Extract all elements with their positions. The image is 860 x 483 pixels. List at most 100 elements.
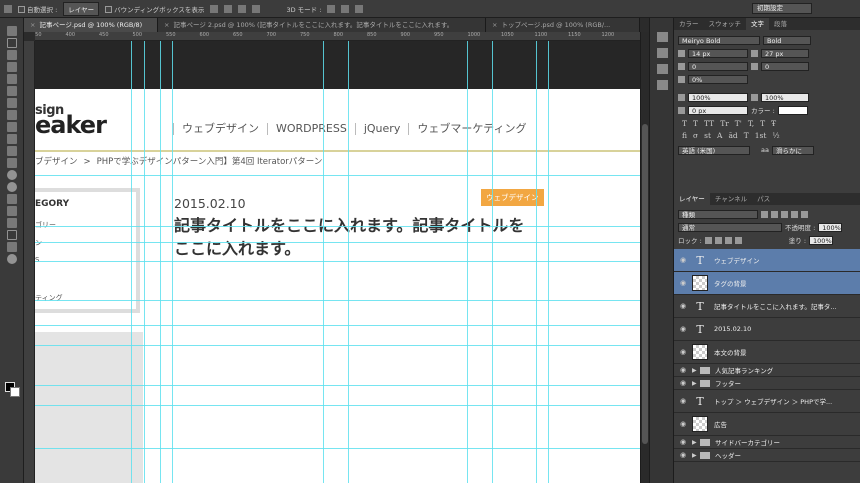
orbit-3d-icon[interactable] xyxy=(327,4,336,13)
lasso-icon[interactable] xyxy=(7,50,17,60)
titling-alt-button[interactable]: T xyxy=(744,131,749,140)
brush-icon[interactable] xyxy=(7,110,17,120)
layer-row[interactable]: ◉ T 記事タイトルをここに入れます。記事タ... xyxy=(674,295,860,318)
visibility-eye-icon[interactable]: ◉ xyxy=(674,256,692,264)
tab-channels[interactable]: チャンネル xyxy=(710,193,752,205)
horizontal-guide[interactable] xyxy=(35,261,640,262)
vertical-guide[interactable] xyxy=(144,41,145,483)
type-icon[interactable] xyxy=(7,206,17,216)
blend-mode-select[interactable]: 通常 xyxy=(678,222,782,232)
vertical-guide[interactable] xyxy=(467,41,468,483)
visibility-eye-icon[interactable]: ◉ xyxy=(674,325,692,333)
vertical-guide[interactable] xyxy=(492,41,493,483)
horizontal-guide[interactable] xyxy=(35,448,640,449)
strikethrough-button[interactable]: Ŧ xyxy=(771,119,776,128)
layer-row[interactable]: ◉ T トップ ＞ ウェブデザイン ＞ PHPで学... xyxy=(674,390,860,413)
horizontal-guide[interactable] xyxy=(35,300,640,301)
background-color-swatch[interactable] xyxy=(10,387,20,397)
expand-arrow-icon[interactable]: ▶ xyxy=(692,452,700,459)
layer-row[interactable]: ◉ T ウェブデザイン xyxy=(674,249,860,272)
ordinals-button[interactable]: 1st xyxy=(755,131,767,140)
layer-row[interactable]: ◉ 本文の背景 xyxy=(674,341,860,364)
document-canvas[interactable]: sign eaker ウェブデザイン WORDPRESS jQuery ウェブマ… xyxy=(35,41,640,483)
align-middle-icon[interactable] xyxy=(224,4,233,13)
visibility-eye-icon[interactable]: ◉ xyxy=(674,379,692,387)
font-family-select[interactable]: Meiryo Bold xyxy=(678,35,760,45)
visibility-eye-icon[interactable]: ◉ xyxy=(674,451,692,459)
scrollbar-thumb[interactable] xyxy=(642,124,648,444)
zoom-icon[interactable] xyxy=(7,254,17,264)
horizontal-guide[interactable] xyxy=(35,226,640,227)
close-icon[interactable]: × xyxy=(30,21,35,29)
leading-field[interactable]: 27 px xyxy=(761,48,809,58)
expand-arrow-icon[interactable]: ▶ xyxy=(692,380,700,387)
tab-paragraph[interactable]: 段落 xyxy=(769,18,792,30)
tab-character[interactable]: 文字 xyxy=(746,18,769,30)
filter-type-icon[interactable] xyxy=(781,210,788,218)
superscript-button[interactable]: T' xyxy=(735,119,742,128)
expand-arrow-icon[interactable]: ▶ xyxy=(692,367,700,374)
auto-select-dropdown[interactable]: レイヤー xyxy=(63,1,100,16)
kerning-field[interactable]: 0 xyxy=(688,61,748,71)
vertical-scale-field[interactable]: 100% xyxy=(688,92,748,102)
underline-button[interactable]: T xyxy=(760,119,765,128)
faux-italic-button[interactable]: T xyxy=(693,119,698,128)
align-bottom-icon[interactable] xyxy=(238,4,247,13)
vertical-guide[interactable] xyxy=(348,41,349,483)
sidebar-item[interactable]: ゴリー xyxy=(35,220,56,230)
magic-wand-icon[interactable] xyxy=(7,62,17,72)
layer-row[interactable]: ◉ ▶ フッター xyxy=(674,377,860,390)
category-badge[interactable]: ウェブデザイン xyxy=(481,189,544,206)
fill-field[interactable]: 100% xyxy=(809,235,834,245)
tab-top-page[interactable]: × トップページ.psd @ 100% (RGB/... xyxy=(486,18,640,32)
blur-icon[interactable] xyxy=(7,170,17,180)
bounding-box-toggle[interactable]: バウンディングボックスを表示 xyxy=(105,4,204,14)
tab-color[interactable]: カラー xyxy=(674,18,704,30)
eraser-icon[interactable] xyxy=(7,146,17,156)
distribute-icon[interactable] xyxy=(252,4,261,13)
tab-article-page[interactable]: × 記事ページ.psd @ 100% (RGB/8) xyxy=(24,18,158,32)
visibility-eye-icon[interactable]: ◉ xyxy=(674,348,692,356)
horizontal-guide[interactable] xyxy=(35,385,640,386)
history-brush-icon[interactable] xyxy=(7,134,17,144)
close-icon[interactable]: × xyxy=(492,21,497,29)
workspace-preset-dropdown[interactable]: 初期設定 xyxy=(752,3,812,14)
auto-select-toggle[interactable]: 自動選択 : xyxy=(18,4,57,14)
sidebar-item[interactable]: ティング xyxy=(35,293,63,303)
all-caps-button[interactable]: TT xyxy=(704,119,714,128)
horizontal-guide[interactable] xyxy=(35,345,640,346)
layer-row[interactable]: ◉ タグの背景 xyxy=(674,272,860,295)
align-top-icon[interactable] xyxy=(210,4,219,13)
breadcrumb-item[interactable]: ブデザイン xyxy=(35,157,78,167)
vertical-guide[interactable] xyxy=(131,41,132,483)
filter-pixel-icon[interactable] xyxy=(761,210,768,218)
crop-icon[interactable] xyxy=(7,74,17,84)
discretionary-lig-button[interactable]: st xyxy=(704,131,711,140)
healing-brush-icon[interactable] xyxy=(7,98,17,108)
roll-3d-icon[interactable] xyxy=(341,4,350,13)
filter-adjustment-icon[interactable] xyxy=(771,210,778,218)
gradient-icon[interactable] xyxy=(7,158,17,168)
layer-row[interactable]: ◉ ▶ 人気記事ランキング xyxy=(674,364,860,377)
vertical-guide[interactable] xyxy=(323,41,324,483)
visibility-eye-icon[interactable]: ◉ xyxy=(674,302,692,310)
expand-arrow-icon[interactable]: ▶ xyxy=(692,439,700,446)
history-icon[interactable] xyxy=(657,32,668,42)
layer-comps-icon[interactable] xyxy=(657,80,668,90)
nav-item-web-marketing[interactable]: ウェブマーケティング xyxy=(408,123,534,135)
layer-row[interactable]: ◉ T 2015.02.10 xyxy=(674,318,860,341)
subscript-button[interactable]: T, xyxy=(748,119,754,128)
tab-paths[interactable]: パス xyxy=(752,193,775,205)
visibility-eye-icon[interactable]: ◉ xyxy=(674,366,692,374)
anti-alias-select[interactable]: 滑らかに xyxy=(771,145,814,155)
nav-item-jquery[interactable]: jQuery xyxy=(354,123,409,135)
layer-filter-select[interactable]: 種類 xyxy=(678,209,758,219)
tsume-field[interactable]: 0% xyxy=(688,74,748,84)
stylistic-alt-button[interactable]: ād xyxy=(728,131,737,140)
layer-row[interactable]: ◉ ▶ サイドバーカテゴリー xyxy=(674,436,860,449)
nav-item-web-design[interactable]: ウェブデザイン xyxy=(173,123,267,135)
horizontal-guide[interactable] xyxy=(35,405,640,406)
vertical-guide[interactable] xyxy=(160,41,161,483)
horizontal-scale-field[interactable]: 100% xyxy=(761,92,809,102)
bounding-box-checkbox[interactable] xyxy=(105,6,113,13)
